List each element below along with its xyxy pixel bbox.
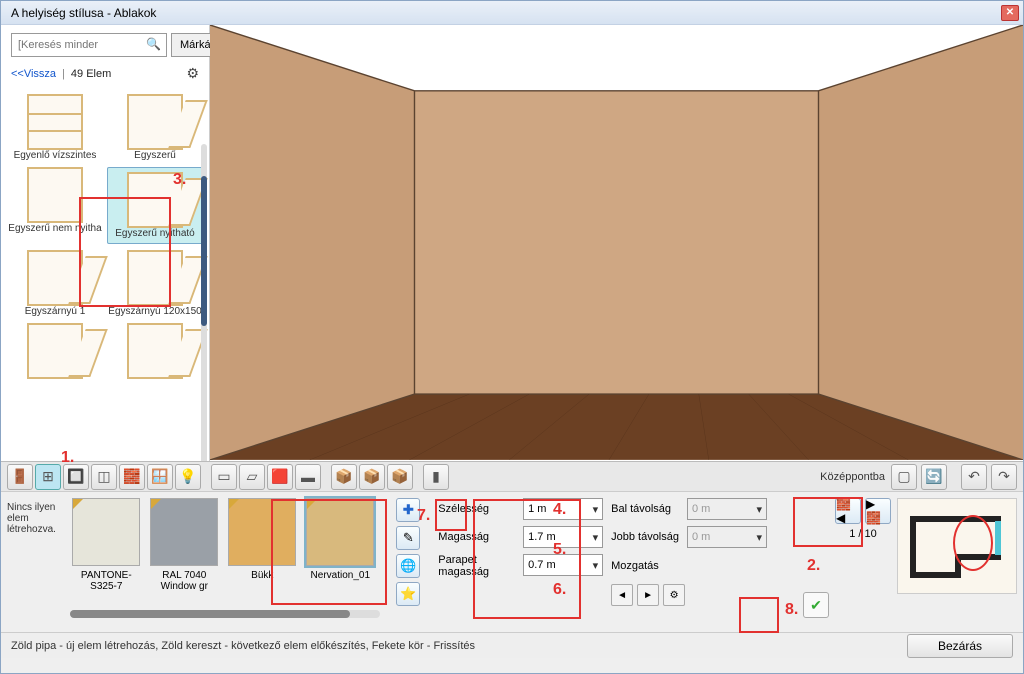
tab-misc[interactable]: ▮ xyxy=(423,464,449,490)
no-element-text: Nincs ilyen elem létrehozva. xyxy=(7,498,64,626)
tab-windows[interactable]: ⊞ xyxy=(35,464,61,490)
window-close-button[interactable]: ✕ xyxy=(1001,5,1019,21)
right-distance-label: Jobb távolság xyxy=(611,531,679,543)
edit-button[interactable]: ✎ xyxy=(396,526,420,550)
status-hint: Zöld pipa - új elem létrehozás, Zöld ker… xyxy=(11,640,475,652)
titlebar: A helyiség stílusa - Ablakok ✕ xyxy=(1,1,1023,25)
height-label: Magasság xyxy=(438,531,515,543)
catalog-item[interactable]: Egyszárnyú 120x150 xyxy=(107,250,203,317)
tab-curtains[interactable]: 🪟 xyxy=(147,464,173,490)
catalog-item-label: Egyszárnyú 120x150 xyxy=(108,306,201,317)
right-distance-input[interactable]: 0 m▾ xyxy=(687,526,767,548)
tab-room3[interactable]: 📦 xyxy=(387,464,413,490)
tab-room2[interactable]: 📦 xyxy=(359,464,385,490)
catalog-item-label: Egyszerű nyitható xyxy=(115,228,195,239)
tab-lighting[interactable]: 💡 xyxy=(175,464,201,490)
left-distance-label: Bal távolság xyxy=(611,503,679,515)
close-button[interactable]: Bezárás xyxy=(907,634,1013,658)
gear-icon[interactable]: ⚙ xyxy=(186,65,199,82)
catalog-item-label: Egyszárnyú 1 xyxy=(25,306,86,317)
apply-button[interactable]: ✔ xyxy=(803,592,829,618)
refresh-button[interactable]: 🔄 xyxy=(921,464,947,490)
left-distance-input[interactable]: 0 m▾ xyxy=(687,498,767,520)
tab-wall-decor[interactable]: 🧱 xyxy=(119,464,145,490)
catalog-item[interactable]: Egyszerű xyxy=(107,94,203,161)
wall-counter: 1 / 10 xyxy=(849,528,877,540)
width-input[interactable]: 1 m▾ xyxy=(523,498,603,520)
floorplan-preview[interactable] xyxy=(897,498,1017,594)
catalog-item[interactable]: Egyszárnyú 1 xyxy=(7,250,103,317)
tab-ceiling[interactable]: ▱ xyxy=(239,464,265,490)
redo-button[interactable]: ↷ xyxy=(991,464,1017,490)
category-tabs: 🚪 ⊞ 🔲 ◫ 🧱 🪟 💡 ▭ ▱ 🟥 ▬ 📦 📦 📦 ▮ Középpontb… xyxy=(1,462,1023,492)
move-settings-button[interactable]: ⚙ xyxy=(663,584,685,606)
material-item[interactable]: RAL 7040 Window gr xyxy=(148,498,220,604)
material-item-selected[interactable]: Nervation_01 xyxy=(304,498,376,604)
tab-skirting[interactable]: ▬ xyxy=(295,464,321,490)
tab-doors[interactable]: 🚪 xyxy=(7,464,33,490)
catalog-scrollbar-thumb[interactable] xyxy=(201,176,207,326)
materials-scrollbar[interactable] xyxy=(70,610,380,618)
height-input[interactable]: 1.7 m▾ xyxy=(523,526,603,548)
tab-switches[interactable]: ◫ xyxy=(91,464,117,490)
catalog-item-label: Egyenlő vízszintes xyxy=(14,150,97,161)
item-count: 49 Elem xyxy=(71,68,111,80)
material-item[interactable]: PANTONE-S325-7 xyxy=(70,498,142,604)
parapet-label: Parapet magasság xyxy=(438,554,515,578)
window-title: A helyiség stílusa - Ablakok xyxy=(5,6,156,20)
parapet-input[interactable]: 0.7 m▾ xyxy=(523,554,603,576)
search-icon: 🔍 xyxy=(146,37,161,51)
add-button[interactable]: ✚ xyxy=(396,498,420,522)
tab-molding[interactable]: 🟥 xyxy=(267,464,293,490)
material-item[interactable]: Bükk xyxy=(226,498,298,604)
favorite-button[interactable]: ⭐ xyxy=(396,582,420,606)
move-label: Mozgatás xyxy=(611,560,679,572)
back-link[interactable]: <<Vissza xyxy=(11,68,56,80)
center-label: Középpontba xyxy=(820,471,889,483)
tab-room1[interactable]: 📦 xyxy=(331,464,357,490)
tab-profile[interactable]: 🔲 xyxy=(63,464,89,490)
catalog-panel: 🔍 Márkák <<Vissza | 49 Elem ⚙ Egyenlő ví… xyxy=(1,25,210,461)
parameters-panel: Szélesség 1 m▾ Bal távolság 0 m▾ Magassá… xyxy=(438,498,767,626)
catalog-item-selected[interactable]: Egyszerű nyitható xyxy=(107,167,203,244)
web-button[interactable]: 🌐 xyxy=(396,554,420,578)
undo-button[interactable]: ↶ xyxy=(961,464,987,490)
catalog-item-label: Egyszerű nem nyitha xyxy=(8,223,101,234)
catalog-item[interactable]: Egyszerű nem nyitha xyxy=(7,167,103,244)
next-wall-button[interactable]: ▶🧱 xyxy=(865,498,891,524)
tab-floor[interactable]: ▭ xyxy=(211,464,237,490)
materials-list: PANTONE-S325-7 RAL 7040 Window gr Bükk xyxy=(70,498,380,604)
center-view-button[interactable]: ▢ xyxy=(891,464,917,490)
catalog-item[interactable] xyxy=(7,323,103,379)
move-left-button[interactable]: ◄ xyxy=(611,584,633,606)
prev-wall-button[interactable]: 🧱◀ xyxy=(835,498,861,524)
catalog-item[interactable] xyxy=(107,323,203,379)
catalog-item[interactable]: Egyenlő vízszintes xyxy=(7,94,103,161)
search-input[interactable] xyxy=(11,33,167,57)
move-right-button[interactable]: ► xyxy=(637,584,659,606)
catalog-item-label: Egyszerű xyxy=(134,150,176,161)
width-label: Szélesség xyxy=(438,503,515,515)
room-3d-viewport[interactable] xyxy=(210,25,1023,461)
